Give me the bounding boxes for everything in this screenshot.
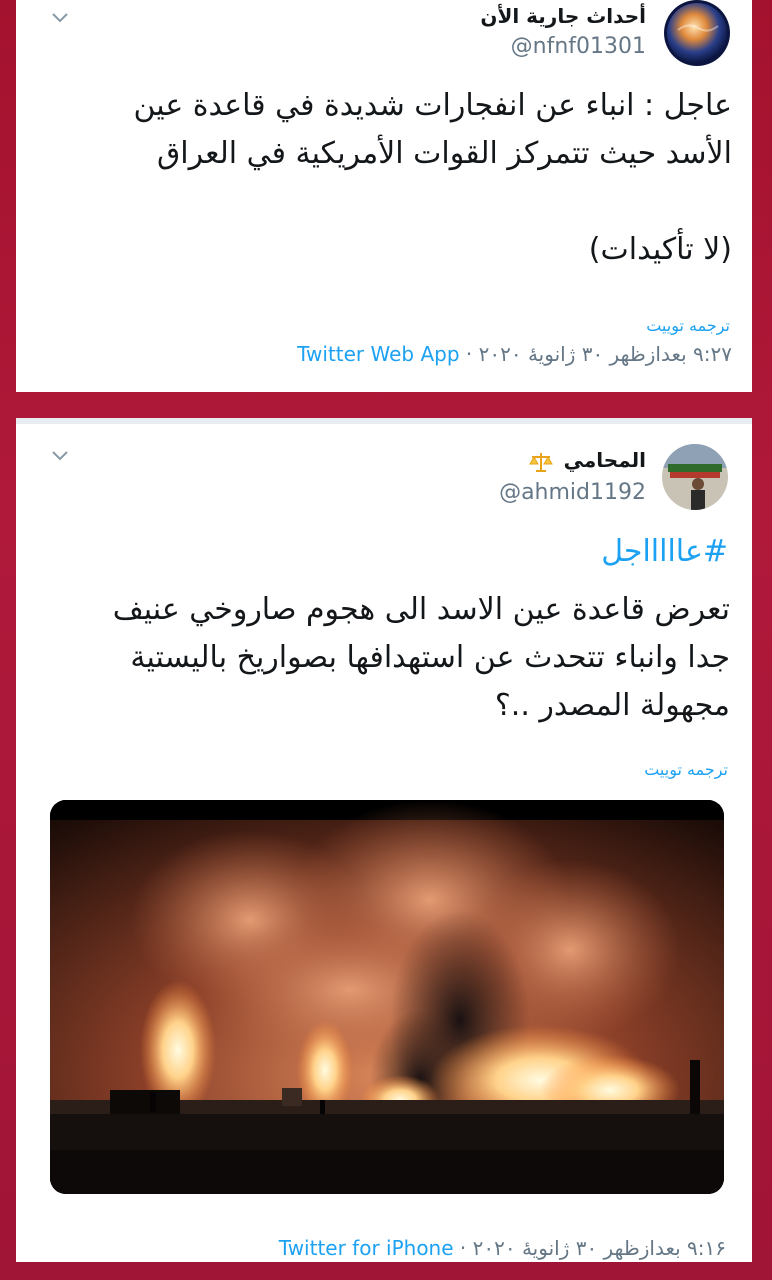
tweet-source-link[interactable]: Twitter for iPhone bbox=[279, 1236, 454, 1260]
tweet-meta: Twitter for iPhone ٩:١۶ بعدازظهر ٣٠ ژانو… bbox=[279, 1236, 726, 1260]
translate-tweet-link[interactable]: ترجمه توييت bbox=[644, 760, 728, 779]
tweet-photo[interactable] bbox=[50, 800, 724, 1194]
author-handle[interactable]: @nfnf01301 bbox=[511, 34, 646, 59]
hashtag-link[interactable]: #عاااااجل bbox=[601, 534, 728, 569]
scale-icon bbox=[528, 452, 553, 472]
tweet-text-line: عاجل : انباء عن انفجارات شديدة في قاعدة … bbox=[133, 88, 732, 123]
tweet-source-link[interactable]: Twitter Web App bbox=[297, 342, 459, 366]
tweet-text: تعرض قاعدة عين الاسد الى هجوم صاروخي عني… bbox=[40, 586, 730, 730]
fire-explosion-image bbox=[50, 800, 724, 1194]
tweet-text-line bbox=[52, 178, 732, 226]
tweet-timestamp[interactable]: ٩:١۶ بعدازظهر ٣٠ ژانویهٔ ٢٠٢٠ · bbox=[460, 1236, 726, 1260]
author-handle[interactable]: @ahmid1192 bbox=[499, 480, 646, 505]
chevron-down-icon[interactable] bbox=[48, 444, 72, 468]
avatar[interactable] bbox=[664, 0, 730, 66]
author-name-row[interactable]: المحامي bbox=[528, 448, 646, 473]
tweet-text: عاجل : انباء عن انفجارات شديدة في قاعدة … bbox=[52, 82, 732, 274]
tweet-text-line: الأسد حيث تتمركز القوات الأمريكية في الع… bbox=[156, 136, 732, 171]
person-avatar-image bbox=[662, 444, 728, 510]
tweet-text-line: جدا وانباء تتحدث عن استهدافها بصواريخ با… bbox=[130, 640, 730, 675]
tweet-timestamp[interactable]: ٩:٢٧ بعدازظهر ٣٠ ژانویهٔ ٢٠٢٠ · bbox=[466, 342, 732, 366]
tweet-card-2[interactable]: المحامي @ahmid1192 #عاااااجل تعرض قاعدة … bbox=[16, 418, 752, 1262]
tweet-text-line: مجهولة المصدر ..؟ bbox=[494, 688, 730, 723]
tweet-text-line: (لا تأكيدات) bbox=[588, 232, 732, 267]
author-name: المحامي bbox=[563, 448, 646, 472]
tweet-text-line: تعرض قاعدة عين الاسد الى هجوم صاروخي عني… bbox=[112, 592, 730, 627]
tweet-card-1[interactable]: أحداث جارية الأن @nfnf01301 عاجل : انباء… bbox=[16, 0, 752, 392]
chevron-down-icon[interactable] bbox=[48, 6, 72, 30]
avatar[interactable] bbox=[662, 444, 728, 510]
translate-tweet-link[interactable]: ترجمه توييت bbox=[646, 316, 730, 335]
tweet-meta: Twitter Web App ٩:٢٧ بعدازظهر ٣٠ ژانویهٔ… bbox=[297, 342, 732, 366]
globe-avatar-image bbox=[664, 0, 730, 66]
author-name[interactable]: أحداث جارية الأن bbox=[480, 4, 646, 28]
